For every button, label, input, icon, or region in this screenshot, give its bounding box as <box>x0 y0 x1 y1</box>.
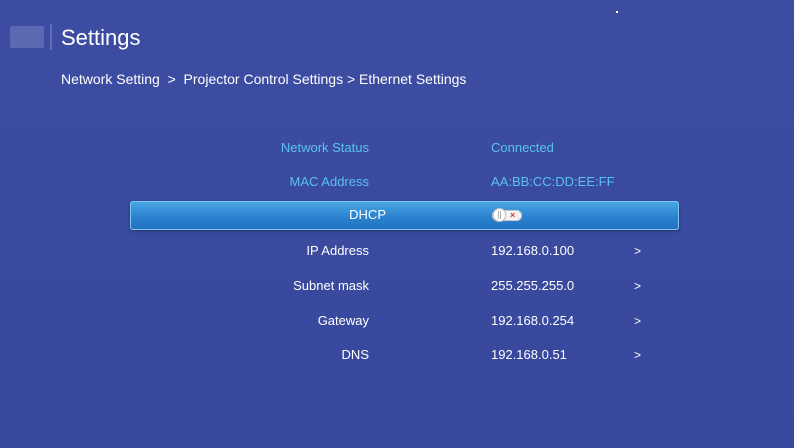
mac-address-value: AA:BB:CC:DD:EE:FF <box>491 174 615 189</box>
ip-address-row[interactable]: IP Address 192.168.0.100 > <box>0 241 794 261</box>
ip-address-label: IP Address <box>306 243 369 258</box>
gateway-label: Gateway <box>317 313 369 328</box>
subnet-mask-row[interactable]: Subnet mask 255.255.255.0 > <box>0 276 794 296</box>
dhcp-label: DHCP <box>349 207 386 222</box>
chevron-right-icon: > <box>634 244 642 258</box>
network-status-label: Network Status <box>280 140 369 155</box>
toggle-knob <box>493 208 506 222</box>
breadcrumb: Network Setting > Projector Control Sett… <box>61 71 467 87</box>
mac-address-label: MAC Address <box>289 174 369 189</box>
dns-label: DNS <box>341 347 369 362</box>
mac-address-row: MAC Address AA:BB:CC:DD:EE:FF <box>0 172 794 192</box>
gateway-value: 192.168.0.254 <box>491 313 575 328</box>
dns-value: 192.168.0.51 <box>491 347 567 362</box>
ip-address-value: 192.168.0.100 <box>491 243 575 258</box>
chevron-right-icon: > <box>634 314 642 328</box>
title-divider <box>50 24 52 50</box>
app-icon <box>10 26 44 48</box>
network-status-row: Network Status Connected <box>0 138 794 158</box>
settings-screen: Settings Network Setting > Projector Con… <box>0 0 794 448</box>
dhcp-row[interactable]: DHCP × <box>130 201 679 230</box>
gateway-row[interactable]: Gateway 192.168.0.254 > <box>0 311 794 331</box>
dhcp-toggle[interactable]: × <box>492 208 522 222</box>
subnet-mask-value: 255.255.255.0 <box>491 278 575 293</box>
status-dot <box>616 11 618 13</box>
chevron-right-icon: > <box>634 348 642 362</box>
subnet-mask-label: Subnet mask <box>293 278 369 293</box>
toggle-off-icon: × <box>510 210 516 220</box>
page-title: Settings <box>61 25 141 50</box>
chevron-right-icon: > <box>634 279 642 293</box>
dns-row[interactable]: DNS 192.168.0.51 > <box>0 345 794 365</box>
network-status-value: Connected <box>491 140 554 155</box>
